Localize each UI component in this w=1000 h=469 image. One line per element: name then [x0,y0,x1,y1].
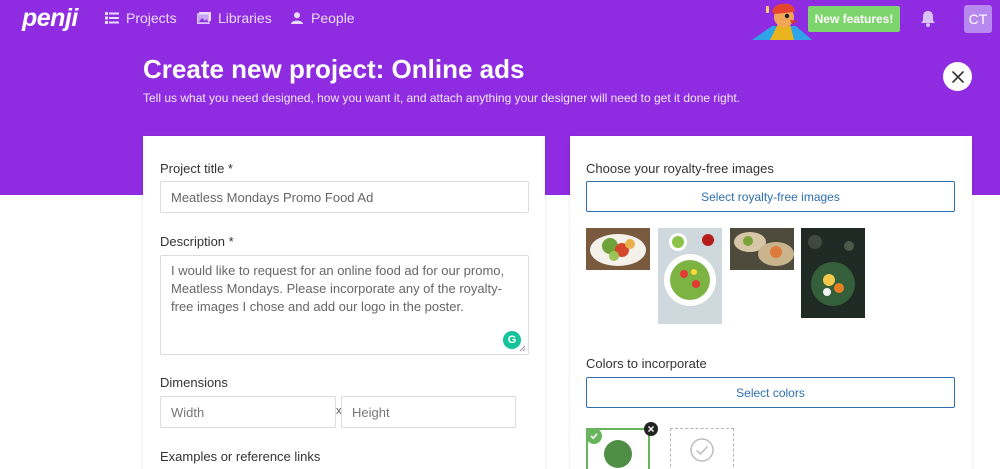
select-colors-button[interactable]: Select colors [586,377,955,408]
project-form-card: Project title * Meatless Mondays Promo F… [143,136,545,469]
new-features-button[interactable]: New features! [808,6,900,32]
references-label: Examples or reference links [160,449,321,464]
height-input[interactable]: Height [341,396,516,428]
nav-people[interactable]: People [290,10,355,26]
bell-icon[interactable] [920,10,936,27]
check-circle-icon [690,438,714,462]
user-avatar[interactable]: CT [964,5,992,33]
colors-label: Colors to incorporate [586,356,707,371]
nav-projects-label: Projects [126,10,177,26]
remove-color-icon[interactable] [644,422,658,436]
description-textarea[interactable]: I would like to request for an online fo… [160,255,529,355]
assets-card: Choose your royalty-free images Select r… [570,136,972,469]
image-thumbnail[interactable] [586,228,650,270]
nav-libraries[interactable]: Libraries [197,10,272,26]
close-icon [951,70,964,83]
penji-logo[interactable]: penji [22,4,78,33]
project-title-label: Project title * [160,161,233,176]
dimensions-label: Dimensions [160,375,228,390]
width-input[interactable]: Width [160,396,336,428]
description-label: Description * [160,234,234,249]
list-icon [105,12,119,24]
page-title: Create new project: Online ads [143,54,525,84]
image-thumbnail[interactable] [730,228,794,270]
select-royalty-free-images-button[interactable]: Select royalty-free images [586,181,955,212]
nav-people-label: People [311,10,355,26]
color-dot [604,440,632,468]
page-subtitle: Tell us what you need designed, how you … [143,91,741,105]
people-icon [291,12,303,24]
description-text: I would like to request for an online fo… [171,263,505,314]
project-title-input[interactable]: Meatless Mondays Promo Food Ad [160,181,529,213]
nav-libraries-label: Libraries [218,10,272,26]
image-thumbnail[interactable] [801,228,865,318]
checkmark-icon [586,428,602,444]
image-thumbnail[interactable] [658,228,722,324]
royalty-free-images-label: Choose your royalty-free images [586,161,774,176]
mascot-illustration [752,3,812,40]
add-color-swatch[interactable] [670,428,734,469]
top-navigation-bar: penji Projects Libraries People New feat… [0,0,1000,40]
library-icon [197,12,211,24]
selected-color-swatch[interactable] [586,422,658,469]
close-button[interactable] [943,62,972,91]
resize-handle-icon[interactable] [519,345,526,352]
nav-projects[interactable]: Projects [105,10,177,26]
